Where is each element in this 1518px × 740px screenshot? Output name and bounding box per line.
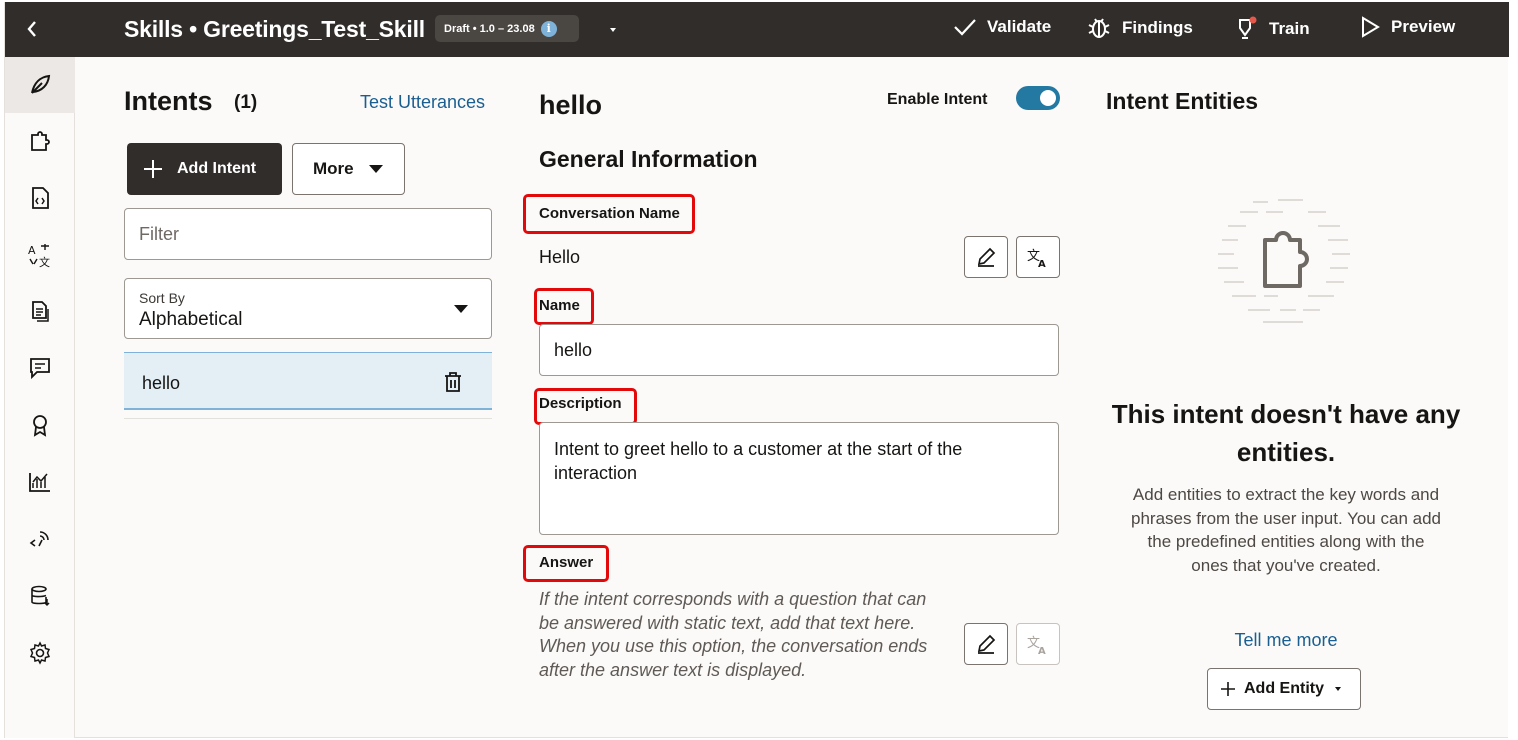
validate-button[interactable]: Validate — [953, 16, 1051, 38]
enable-intent-label: Enable Intent — [887, 91, 988, 108]
chat-icon — [30, 358, 50, 380]
top-bar: Skills • Greetings_Test_Skill Draft • 1.… — [5, 2, 1509, 57]
code-file-icon — [32, 187, 49, 209]
plus-icon — [144, 160, 162, 178]
sort-by-value: Alphabetical — [139, 309, 243, 330]
svg-text:A: A — [1038, 646, 1046, 655]
sidebar-item-components[interactable] — [5, 170, 75, 226]
app-frame: Skills • Greetings_Test_Skill Draft • 1.… — [4, 2, 1509, 738]
api-icon — [29, 531, 49, 547]
answer-help-text: If the intent corresponds with a questio… — [539, 589, 928, 680]
translate-icon: 文A — [1027, 249, 1046, 268]
preview-button[interactable]: Preview — [1359, 16, 1455, 38]
list-item[interactable]: hello — [124, 352, 492, 410]
test-utterances-link[interactable]: Test Utterances — [360, 92, 485, 113]
add-intent-button[interactable]: Add Intent — [127, 143, 282, 195]
intent-title: hello — [539, 90, 603, 120]
caret-down-icon — [368, 165, 383, 173]
sidebar-item-entities[interactable] — [5, 114, 75, 170]
page-title: Skills • Greetings_Test_Skill — [124, 16, 425, 42]
play-icon — [1362, 16, 1380, 38]
chevron-left-icon — [27, 21, 36, 37]
info-icon[interactable]: i — [540, 20, 557, 37]
train-button[interactable]: Train — [1233, 16, 1310, 42]
empty-state-title: This intent doesn't have any entities. — [1111, 399, 1461, 467]
general-information-heading: General Information — [539, 146, 758, 172]
sidebar-item-resources[interactable] — [5, 283, 75, 339]
filter-input[interactable] — [124, 208, 492, 260]
svg-text:文: 文 — [39, 255, 50, 268]
intent-entities-heading: Intent Entities — [1106, 88, 1259, 114]
translate-answer-button[interactable]: 文A — [1016, 623, 1060, 665]
sidebar-item-quality[interactable] — [5, 397, 75, 453]
conversation-name-value: Hello — [539, 247, 581, 267]
intents-heading: Intents — [124, 86, 213, 116]
findings-label: Findings — [1122, 18, 1193, 37]
tell-me-more-link[interactable]: Tell me more — [1105, 630, 1467, 651]
back-button[interactable] — [17, 14, 47, 44]
caret-down-icon — [610, 28, 616, 32]
edit-answer-button[interactable] — [964, 623, 1008, 665]
train-label: Train — [1269, 19, 1310, 38]
caret-down-icon — [1335, 687, 1341, 691]
translate-conversation-name-button[interactable]: 文A — [1016, 236, 1060, 278]
more-button[interactable]: More — [292, 143, 405, 195]
bug-icon — [1088, 18, 1110, 38]
sidebar-item-data[interactable] — [5, 568, 75, 624]
enable-intent-toggle[interactable] — [1016, 86, 1060, 110]
empty-puzzle-illustration — [1218, 199, 1350, 323]
sidebar-item-channels[interactable] — [5, 512, 75, 568]
toggle-knob — [1040, 90, 1056, 106]
documents-icon — [32, 301, 49, 322]
validate-label: Validate — [987, 17, 1052, 36]
gear-icon — [29, 641, 51, 665]
sidebar-item-intents[interactable] — [5, 57, 75, 113]
database-icon — [31, 585, 50, 607]
list-divider — [124, 418, 492, 419]
intents-count: (1) — [234, 92, 258, 113]
preview-label: Preview — [1391, 17, 1456, 36]
sort-by-select[interactable]: Sort By Alphabetical — [124, 278, 492, 339]
description-label: Description — [539, 395, 622, 412]
findings-button[interactable]: Findings — [1086, 16, 1193, 40]
intent-name: hello — [142, 373, 181, 393]
add-intent-label: Add Intent — [177, 160, 257, 177]
svg-text:A: A — [1038, 259, 1046, 268]
translate-icon: 文A — [1027, 636, 1046, 655]
badge-icon — [33, 415, 47, 437]
sidebar-item-insights[interactable] — [5, 454, 75, 510]
leaf-icon — [31, 74, 51, 94]
plus-icon — [1221, 682, 1235, 696]
translate-icon: A文 — [28, 244, 50, 268]
caret-down-icon — [454, 305, 468, 313]
check-icon — [954, 19, 976, 36]
more-label: More — [313, 159, 354, 178]
puzzle-icon — [31, 131, 50, 151]
sidebar-item-flows[interactable] — [5, 340, 75, 396]
train-icon — [1239, 16, 1257, 39]
version-badge-label: Draft • 1.0 – 23.08 — [444, 22, 535, 35]
add-entity-button[interactable]: Add Entity — [1207, 668, 1361, 710]
svg-text:A: A — [28, 244, 36, 257]
answer-label: Answer — [539, 554, 594, 571]
pencil-icon — [977, 247, 996, 267]
sidebar-item-settings[interactable] — [5, 625, 75, 681]
sort-by-label: Sort By — [139, 290, 185, 306]
sidebar: A文 — [5, 57, 75, 738]
sidebar-item-translation[interactable]: A文 — [5, 227, 75, 283]
name-label: Name — [539, 297, 580, 314]
description-field[interactable]: Intent to greet hello to a customer at t… — [539, 422, 1059, 535]
skill-menu-button[interactable] — [603, 20, 623, 40]
name-field[interactable] — [539, 324, 1059, 376]
edit-conversation-name-button[interactable] — [964, 236, 1008, 278]
add-entity-label: Add Entity — [1244, 680, 1324, 697]
analytics-icon — [29, 473, 50, 492]
conversation-name-label: Conversation Name — [539, 205, 680, 222]
empty-state-description: Add entities to extract the key words an… — [1131, 485, 1441, 575]
pencil-icon — [977, 634, 996, 654]
version-badge: Draft • 1.0 – 23.08 i — [435, 15, 579, 42]
trash-icon[interactable] — [442, 371, 464, 393]
